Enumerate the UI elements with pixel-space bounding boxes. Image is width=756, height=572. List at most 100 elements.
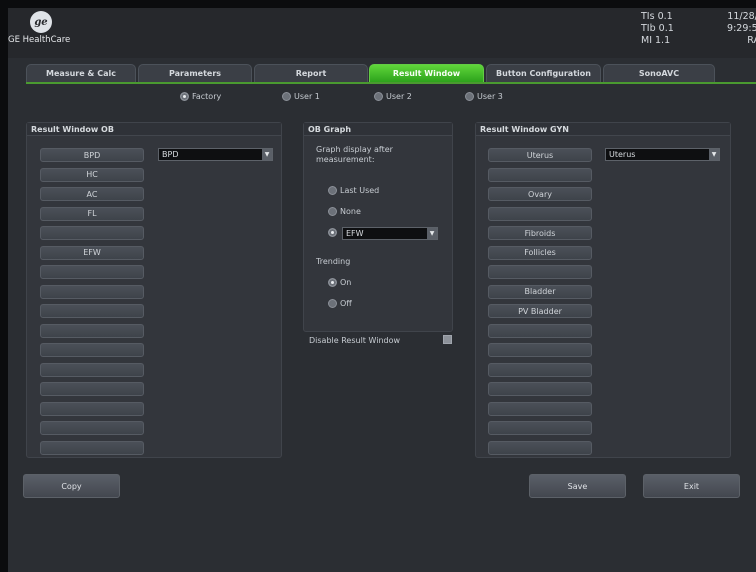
radio-last-used[interactable]: Last Used xyxy=(328,186,379,195)
ob-slot[interactable]: HC xyxy=(40,167,144,182)
tab-parameters[interactable]: Parameters xyxy=(138,64,252,82)
tis-value: TIs 0.1 xyxy=(641,11,673,22)
gyn-slot[interactable] xyxy=(488,206,592,221)
radio-icon xyxy=(465,92,474,101)
chevron-down-icon: ▼ xyxy=(427,228,437,239)
gyn-slot[interactable]: Bladder xyxy=(488,284,592,299)
radio-icon xyxy=(328,186,337,195)
radio-icon xyxy=(282,92,291,101)
acoustic-indices: TIs 0.1 TIb 0.1 MI 1.1 xyxy=(641,11,674,47)
ob-slot[interactable]: FL xyxy=(40,206,144,221)
panel-title: OB Graph xyxy=(304,123,452,136)
radio-user-1[interactable]: User 1 xyxy=(282,92,320,101)
gyn-slot[interactable] xyxy=(488,362,592,377)
result-window-ob-panel: Result Window OB BPD HC AC FL EFW BPD ▼ xyxy=(26,122,282,458)
gyn-slot[interactable]: Uterus xyxy=(488,148,592,162)
header-bar: ge GE HealthCare TIs 0.1 TIb 0.1 MI 1.1 … xyxy=(8,8,756,58)
date-value: 11/28/202 xyxy=(727,11,756,22)
mi-value: MI 1.1 xyxy=(641,35,671,46)
radio-trending-on[interactable]: On xyxy=(328,278,351,287)
ob-slot[interactable]: BPD xyxy=(40,148,144,162)
probe-value: RAB6- xyxy=(747,35,756,46)
time-value: 9:29:50 AI xyxy=(727,23,756,34)
tab-sonoavc[interactable]: SonoAVC xyxy=(603,64,715,82)
radio-icon xyxy=(328,207,337,216)
datetime-probe: 11/28/202 9:29:50 AI RAB6- xyxy=(686,11,756,47)
radio-label: User 1 xyxy=(294,92,320,101)
trending-label: Trending xyxy=(316,257,351,266)
graph-prompt-line2: measurement: xyxy=(316,155,375,164)
chevron-down-icon: ▼ xyxy=(262,149,272,160)
gyn-slot[interactable] xyxy=(488,440,592,455)
result-window-gyn-panel: Result Window GYN Uterus Ovary Fibroids Fol… xyxy=(475,122,731,458)
radio-trending-off[interactable]: Off xyxy=(328,299,352,308)
gyn-slot-dropdown[interactable]: Uterus ▼ xyxy=(605,148,720,161)
radio-label: User 2 xyxy=(386,92,412,101)
dropdown-value: BPD xyxy=(162,150,179,159)
chevron-down-icon: ▼ xyxy=(709,149,719,160)
graph-prompt-line1: Graph display after xyxy=(316,145,393,154)
ob-slot-dropdown[interactable]: BPD ▼ xyxy=(158,148,273,161)
tib-value: TIb 0.1 xyxy=(641,23,674,34)
radio-label: None xyxy=(340,207,361,216)
gyn-slot[interactable] xyxy=(488,401,592,416)
exit-button[interactable]: Exit xyxy=(643,474,740,498)
ob-slot[interactable] xyxy=(40,440,144,455)
disable-result-window-checkbox[interactable] xyxy=(443,335,452,344)
radio-factory[interactable]: Factory xyxy=(180,92,221,101)
gyn-slot[interactable]: Fibroids xyxy=(488,226,592,240)
ob-slot[interactable] xyxy=(40,343,144,357)
dropdown-value: EFW xyxy=(346,229,364,238)
radio-label: Last Used xyxy=(340,186,380,195)
ob-slot[interactable] xyxy=(40,304,144,318)
radio-selected-icon xyxy=(328,228,337,237)
tab-button-configuration[interactable]: Button Configuration xyxy=(486,64,601,82)
radio-none[interactable]: None xyxy=(328,207,361,216)
radio-user-2[interactable]: User 2 xyxy=(374,92,412,101)
ob-slot[interactable] xyxy=(40,362,144,377)
panel-title: Result Window OB xyxy=(27,123,281,136)
gyn-slot[interactable] xyxy=(488,167,592,182)
gyn-slot[interactable] xyxy=(488,343,592,357)
radio-selected-icon xyxy=(328,278,337,287)
panel-title: Result Window GYN xyxy=(476,123,730,136)
graph-type-dropdown[interactable]: EFW ▼ xyxy=(342,227,438,240)
ge-logo-icon: ge xyxy=(30,11,52,33)
disable-result-window-label: Disable Result Window xyxy=(309,336,401,345)
dropdown-value: Uterus xyxy=(609,150,636,159)
radio-selected-icon xyxy=(180,92,189,101)
ob-slot[interactable] xyxy=(40,226,144,240)
radio-user-3[interactable]: User 3 xyxy=(465,92,503,101)
ob-slot[interactable] xyxy=(40,323,144,338)
gyn-slot[interactable] xyxy=(488,323,592,338)
ob-slot[interactable]: AC xyxy=(40,187,144,201)
ob-slot[interactable] xyxy=(40,421,144,435)
ob-slot[interactable] xyxy=(40,382,144,396)
ob-slot[interactable] xyxy=(40,284,144,299)
radio-label: Off xyxy=(340,299,352,308)
ob-slot[interactable] xyxy=(40,401,144,416)
tab-result-window[interactable]: Result Window xyxy=(369,64,484,82)
gyn-slot[interactable]: Follicles xyxy=(488,245,592,260)
tab-report[interactable]: Report xyxy=(254,64,368,82)
ob-slot[interactable]: EFW xyxy=(40,245,144,260)
copy-button[interactable]: Copy xyxy=(23,474,120,498)
app-window: ge GE HealthCare TIs 0.1 TIb 0.1 MI 1.1 … xyxy=(8,8,756,572)
gyn-slot[interactable] xyxy=(488,421,592,435)
radio-label: Factory xyxy=(192,92,222,101)
radio-icon xyxy=(374,92,383,101)
radio-label: User 3 xyxy=(477,92,503,101)
brand-name: GE HealthCare xyxy=(8,35,71,45)
radio-icon xyxy=(328,299,337,308)
gyn-slot[interactable]: Ovary xyxy=(488,187,592,201)
ob-graph-panel: OB Graph Graph display after measurement… xyxy=(303,122,453,332)
tab-measure-calc[interactable]: Measure & Calc xyxy=(26,64,136,82)
gyn-slot[interactable] xyxy=(488,382,592,396)
radio-graph-custom[interactable] xyxy=(328,228,340,237)
gyn-slot[interactable] xyxy=(488,265,592,279)
radio-label: On xyxy=(340,278,352,287)
tab-divider xyxy=(26,82,756,84)
gyn-slot[interactable]: PV Bladder xyxy=(488,304,592,318)
ob-slot[interactable] xyxy=(40,265,144,279)
save-button[interactable]: Save xyxy=(529,474,626,498)
